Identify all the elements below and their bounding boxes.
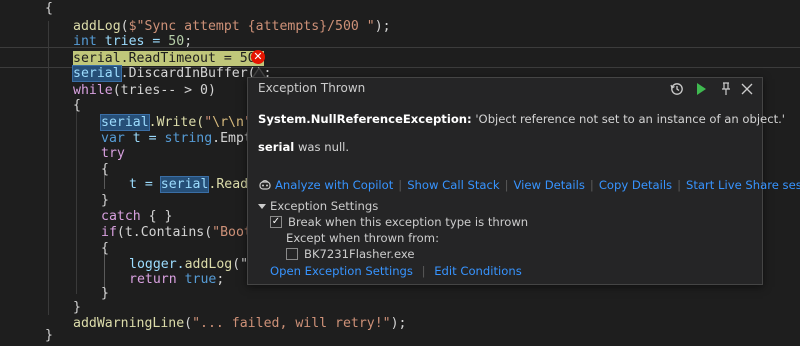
close-icon[interactable]	[741, 79, 753, 100]
bottom-links: Open Exception Settings | Edit Condition…	[270, 264, 522, 278]
code-line: t = serial.ReadLi	[129, 176, 264, 193]
code-line: {	[73, 98, 81, 113]
code-line: if(t.Contains("Boot >	[101, 225, 268, 240]
module-checkbox[interactable]	[286, 247, 298, 260]
separator: |	[421, 264, 426, 278]
indent-guide	[76, 105, 77, 294]
exception-settings-header[interactable]: Exception Settings	[258, 199, 378, 213]
code-line: }	[101, 286, 109, 301]
code-line: {	[101, 241, 109, 256]
action-links: Analyze with Copilot | Show Call Stack |…	[258, 178, 800, 192]
copy-details-link[interactable]: Copy Details	[599, 178, 672, 192]
break-checkbox[interactable]: ✓	[270, 215, 282, 228]
separator: |	[504, 178, 509, 192]
exception-type: System.NullReferenceException:	[258, 112, 472, 126]
analyze-copilot-link[interactable]: Analyze with Copilot	[275, 178, 393, 192]
except-label: Except when thrown from:	[286, 231, 439, 245]
popup-title: Exception Thrown	[258, 81, 366, 95]
popup-arrow	[254, 69, 264, 77]
live-share-link[interactable]: Start Live Share session...	[686, 178, 800, 192]
break-label: Break when this exception type is thrown	[288, 215, 529, 229]
exception-popup: Exception Thrown System.NullReferenceExc…	[247, 77, 800, 285]
code-line: var t = string.Empty;	[101, 131, 268, 146]
edit-conditions-link[interactable]: Edit Conditions	[434, 264, 522, 278]
code-line: {	[101, 162, 109, 177]
pin-icon[interactable]	[720, 79, 732, 100]
null-message: serial was null.	[258, 140, 349, 154]
collapse-triangle-icon[interactable]	[258, 204, 266, 209]
module-label: BK7231Flasher.exe	[304, 247, 415, 261]
copilot-icon	[258, 178, 272, 192]
separator: |	[677, 178, 682, 192]
code-line: {	[45, 1, 53, 16]
code-line: return true;	[129, 272, 225, 287]
null-text: was null.	[297, 140, 350, 154]
separator: |	[398, 178, 403, 192]
error-icon[interactable]: ✕	[251, 50, 265, 64]
null-variable: serial	[258, 140, 295, 154]
view-details-link[interactable]: View Details	[514, 178, 585, 192]
continue-icon[interactable]	[695, 79, 707, 100]
history-icon[interactable]	[670, 79, 684, 100]
exception-message: System.NullReferenceException: 'Object r…	[258, 112, 785, 126]
open-exception-settings-link[interactable]: Open Exception Settings	[270, 264, 413, 278]
exception-text: 'Object reference not set to an instance…	[475, 112, 785, 126]
code-line: while(tries-- > 0)	[73, 83, 216, 98]
separator: |	[589, 178, 594, 192]
break-checkbox-row[interactable]: ✓ Break when this exception type is throw…	[270, 215, 528, 229]
code-line: addWarningLine("... failed, will retry!"…	[73, 316, 407, 331]
show-call-stack-link[interactable]: Show Call Stack	[407, 178, 499, 192]
module-checkbox-row[interactable]: BK7231Flasher.exe	[286, 247, 415, 261]
